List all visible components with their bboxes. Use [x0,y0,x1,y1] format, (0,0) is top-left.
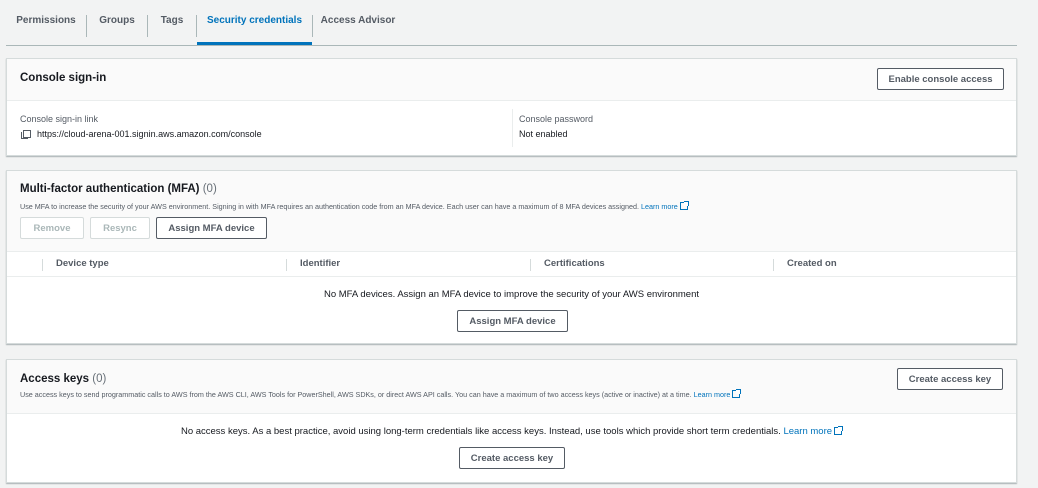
console-signin-title: Console sign-in [20,72,107,84]
column-divider [773,259,774,271]
access-keys-empty-text: No access keys. As a best practice, avoi… [180,426,781,437]
external-link-icon [732,389,742,398]
column-identifier[interactable]: Identifier [300,258,340,269]
external-link-icon [679,201,689,210]
mfa-panel: Multi-factor authentication (MFA) (0) Us… [6,170,1017,344]
copy-icon[interactable] [21,130,31,139]
console-signin-link-label: Console sign-in link [20,114,99,124]
column-divider [512,109,513,147]
access-keys-count: (0) [92,373,107,385]
tab-label: Tags [160,15,184,26]
column-divider [530,259,531,271]
create-access-key-empty-button[interactable]: Create access key [459,447,565,469]
mfa-count: (0) [202,183,217,195]
mfa-title: Multi-factor authentication (MFA) (0) [20,183,217,195]
access-keys-description-text: Use access keys to send programmatic cal… [20,390,692,399]
resync-mfa-button[interactable]: Resync [90,217,150,239]
external-link-icon [834,426,844,435]
create-access-key-button[interactable]: Create access key [897,368,1003,390]
access-keys-empty-message: No access keys. As a best practice, avoi… [7,426,1016,437]
column-divider [286,259,287,271]
access-keys-title-text: Access keys [20,373,90,385]
tab-groups[interactable]: Groups [87,15,147,45]
console-signin-panel: Console sign-in Enable console access Co… [6,58,1017,156]
console-password-label: Console password [519,114,594,124]
console-signin-link-text[interactable]: https://cloud-arena-001.signin.aws.amazo… [37,129,262,139]
access-keys-description: Use access keys to send programmatic cal… [20,389,742,399]
mfa-description-text: Use MFA to increase the security of your… [20,202,639,211]
mfa-learn-more-link[interactable]: Learn more [641,202,678,211]
tab-label: Groups [99,15,135,26]
column-certifications[interactable]: Certifications [544,258,605,269]
tab-label: Security credentials [206,15,303,26]
mfa-title-text: Multi-factor authentication (MFA) [20,183,200,195]
column-divider [42,259,43,271]
tab-label: Access Advisor [320,15,396,26]
mfa-description: Use MFA to increase the security of your… [20,201,689,211]
tab-tags[interactable]: Tags [148,15,196,45]
mfa-empty-message: No MFA devices. Assign an MFA device to … [323,289,700,300]
access-keys-title: Access keys (0) [20,373,106,385]
assign-mfa-device-button[interactable]: Assign MFA device [156,217,267,239]
tab-label: Permissions [16,15,76,26]
access-keys-header: Access keys (0) Use access keys to send … [7,360,1016,414]
column-device-type[interactable]: Device type [56,258,109,269]
access-keys-learn-more-link[interactable]: Learn more [694,390,731,399]
access-keys-empty-learn-more-link[interactable]: Learn more [783,426,832,437]
console-signin-header: Console sign-in Enable console access [7,59,1016,101]
console-signin-link-value: https://cloud-arena-001.signin.aws.amazo… [21,129,262,139]
remove-mfa-button[interactable]: Remove [20,217,84,239]
access-keys-panel: Access keys (0) Use access keys to send … [6,359,1017,483]
enable-console-access-button[interactable]: Enable console access [877,68,1004,90]
tab-access-advisor[interactable]: Access Advisor [313,15,403,45]
tab-permissions[interactable]: Permissions [6,15,86,45]
mfa-table-header: Device type Identifier Certifications Cr… [7,252,1016,277]
tab-bar: Permissions Groups Tags Security credent… [6,0,1017,46]
tab-security-credentials[interactable]: Security credentials [197,15,312,45]
console-password-value: Not enabled [519,129,568,139]
assign-mfa-device-empty-button[interactable]: Assign MFA device [457,310,568,332]
mfa-header: Multi-factor authentication (MFA) (0) Us… [7,171,1016,252]
column-created-on[interactable]: Created on [787,258,837,269]
